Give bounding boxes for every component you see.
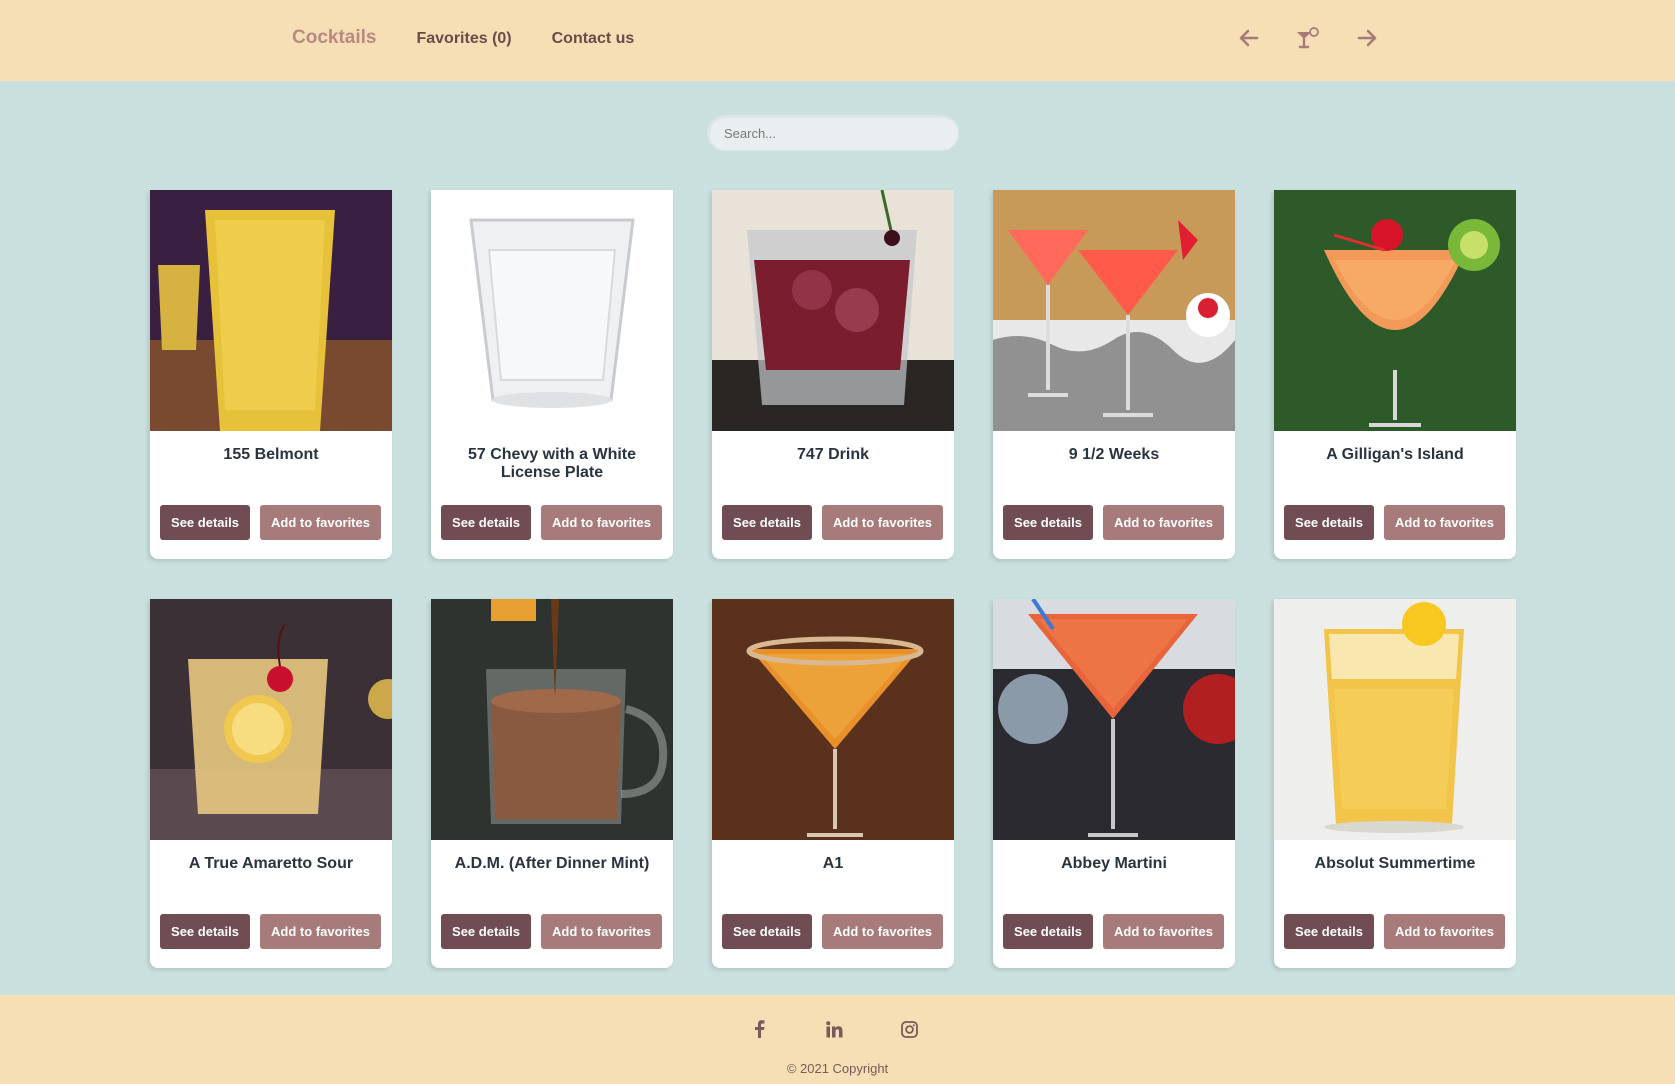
add-to-favorites-button[interactable]: Add to favorites [541, 914, 662, 949]
cocktail-glass-icon[interactable] [1294, 24, 1322, 52]
cocktail-image[interactable] [1274, 599, 1516, 840]
footer: © 2021 Copyright [0, 995, 1675, 1084]
cocktail-image[interactable] [993, 190, 1235, 431]
cocktail-card: A.D.M. (After Dinner Mint) See details A… [431, 599, 673, 968]
cocktail-image[interactable] [431, 599, 673, 840]
contact-link[interactable]: Contact us [552, 30, 635, 48]
cocktail-title: A1 [822, 855, 844, 872]
cocktail-image[interactable] [1274, 190, 1516, 431]
cocktail-title: A True Amaretto Sour [188, 855, 354, 872]
see-details-button[interactable]: See details [1284, 914, 1374, 949]
cocktail-image[interactable] [712, 190, 954, 431]
cocktail-image[interactable] [431, 190, 673, 431]
add-to-favorites-button[interactable]: Add to favorites [822, 505, 943, 540]
see-details-button[interactable]: See details [441, 914, 531, 949]
cocktail-image[interactable] [712, 599, 954, 840]
see-details-button[interactable]: See details [722, 505, 812, 540]
arrow-left-icon[interactable] [1235, 24, 1263, 52]
cocktail-card: 155 Belmont See details Add to favorites [150, 190, 392, 559]
search-input[interactable] [707, 115, 959, 151]
add-to-favorites-button[interactable]: Add to favorites [260, 505, 381, 540]
cocktail-card: 747 Drink See details Add to favorites [712, 190, 954, 559]
cocktail-image[interactable] [150, 599, 392, 840]
cocktail-card: 57 Chevy with a White License Plate See … [431, 190, 673, 559]
favorites-link[interactable]: Favorites (0) [416, 30, 511, 48]
cocktail-title: A Gilligan's Island [1326, 446, 1464, 463]
search-bar [707, 115, 959, 151]
copyright-text: © 2021 Copyright [786, 1061, 889, 1076]
add-to-favorites-button[interactable]: Add to favorites [1384, 914, 1505, 949]
see-details-button[interactable]: See details [441, 505, 531, 540]
cocktail-image[interactable] [993, 599, 1235, 840]
cocktail-title: Absolut Summertime [1314, 855, 1476, 872]
nav-icons [1235, 24, 1381, 52]
add-to-favorites-button[interactable]: Add to favorites [822, 914, 943, 949]
cocktail-card: Absolut Summertime See details Add to fa… [1274, 599, 1516, 968]
see-details-button[interactable]: See details [1003, 505, 1093, 540]
nav-links: Cocktails Favorites (0) Contact us [292, 27, 634, 49]
see-details-button[interactable]: See details [1003, 914, 1093, 949]
linkedin-icon[interactable] [824, 1019, 844, 1039]
cocktail-title: 9 1/2 Weeks [1068, 446, 1160, 463]
cocktail-title: A.D.M. (After Dinner Mint) [454, 855, 650, 872]
cocktail-card: A True Amaretto Sour See details Add to … [150, 599, 392, 968]
add-to-favorites-button[interactable]: Add to favorites [260, 914, 381, 949]
arrow-right-icon[interactable] [1353, 24, 1381, 52]
add-to-favorites-button[interactable]: Add to favorites [1384, 505, 1505, 540]
social-links [749, 1019, 919, 1039]
cocktail-title: 747 Drink [796, 446, 870, 463]
add-to-favorites-button[interactable]: Add to favorites [1103, 914, 1224, 949]
cocktail-card: A Gilligan's Island See details Add to f… [1274, 190, 1516, 559]
add-to-favorites-button[interactable]: Add to favorites [541, 505, 662, 540]
see-details-button[interactable]: See details [722, 914, 812, 949]
instagram-icon[interactable] [899, 1019, 919, 1039]
brand-link[interactable]: Cocktails [292, 27, 376, 49]
see-details-button[interactable]: See details [160, 505, 250, 540]
facebook-icon[interactable] [749, 1019, 769, 1039]
cocktail-title: 57 Chevy with a White License Plate [467, 446, 637, 481]
cocktail-title: Abbey Martini [1061, 855, 1167, 872]
cocktail-title: 155 Belmont [223, 446, 319, 463]
cocktail-card: A1 See details Add to favorites [712, 599, 954, 968]
cocktail-card: 9 1/2 Weeks See details Add to favorites [993, 190, 1235, 559]
cocktail-grid: 155 Belmont See details Add to favorites… [150, 190, 1516, 968]
see-details-button[interactable]: See details [160, 914, 250, 949]
cocktail-image[interactable] [150, 190, 392, 431]
top-navbar: Cocktails Favorites (0) Contact us [0, 0, 1675, 81]
see-details-button[interactable]: See details [1284, 505, 1374, 540]
cocktail-card: Abbey Martini See details Add to favorit… [993, 599, 1235, 968]
add-to-favorites-button[interactable]: Add to favorites [1103, 505, 1224, 540]
